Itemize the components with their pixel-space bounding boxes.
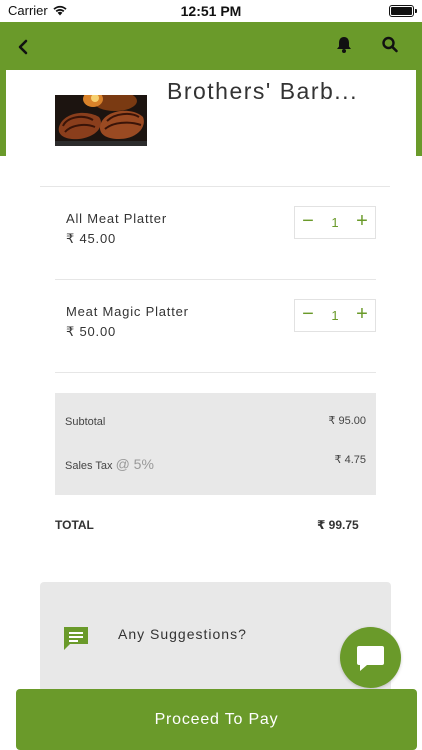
back-button[interactable] bbox=[12, 36, 34, 58]
divider bbox=[55, 372, 376, 373]
status-time: 12:51 PM bbox=[180, 3, 242, 19]
comment-icon bbox=[64, 627, 88, 650]
increase-quantity-button[interactable]: + bbox=[349, 207, 375, 238]
quantity-stepper: − 1 + bbox=[294, 206, 376, 239]
divider bbox=[55, 279, 376, 280]
notifications-button[interactable] bbox=[334, 34, 354, 56]
restaurant-image bbox=[55, 95, 147, 146]
quantity-value: 1 bbox=[331, 215, 339, 230]
item-name: All Meat Platter bbox=[66, 211, 167, 226]
quantity-value: 1 bbox=[331, 308, 339, 323]
battery-icon bbox=[389, 5, 417, 17]
decrease-quantity-button[interactable]: − bbox=[295, 207, 321, 238]
item-name: Meat Magic Platter bbox=[66, 304, 189, 319]
chat-bubble-icon bbox=[357, 646, 384, 671]
subtotal-value: ₹ 95.00 bbox=[328, 415, 366, 427]
search-icon bbox=[382, 36, 398, 53]
suggestions-label: Any Suggestions? bbox=[118, 626, 247, 642]
sales-tax-label: Sales Tax @ 5% bbox=[65, 456, 154, 472]
increase-quantity-button[interactable]: + bbox=[349, 300, 375, 331]
item-price: ₹ 45.00 bbox=[66, 231, 117, 246]
price-summary: Subtotal ₹ 95.00 Sales Tax @ 5% ₹ 4.75 bbox=[55, 393, 376, 495]
total-value: ₹ 99.75 bbox=[317, 518, 359, 532]
sales-tax-rate: @ 5% bbox=[115, 456, 154, 472]
status-bar: Carrier 12:51 PM bbox=[0, 0, 422, 22]
total-label: TOTAL bbox=[55, 518, 94, 532]
bell-icon bbox=[337, 37, 351, 53]
divider bbox=[40, 186, 390, 187]
sales-tax-value: ₹ 4.75 bbox=[334, 454, 366, 466]
restaurant-name: Brothers' Barb... bbox=[167, 78, 358, 104]
proceed-to-pay-button[interactable]: Proceed To Pay bbox=[16, 689, 417, 750]
chat-button[interactable] bbox=[340, 627, 401, 688]
item-price: ₹ 50.00 bbox=[66, 324, 117, 339]
decrease-quantity-button[interactable]: − bbox=[295, 300, 321, 331]
quantity-stepper: − 1 + bbox=[294, 299, 376, 332]
chevron-left-icon bbox=[18, 39, 28, 55]
search-button[interactable] bbox=[380, 34, 400, 56]
subtotal-label: Subtotal bbox=[65, 416, 106, 428]
sales-tax-text: Sales Tax bbox=[65, 460, 113, 472]
